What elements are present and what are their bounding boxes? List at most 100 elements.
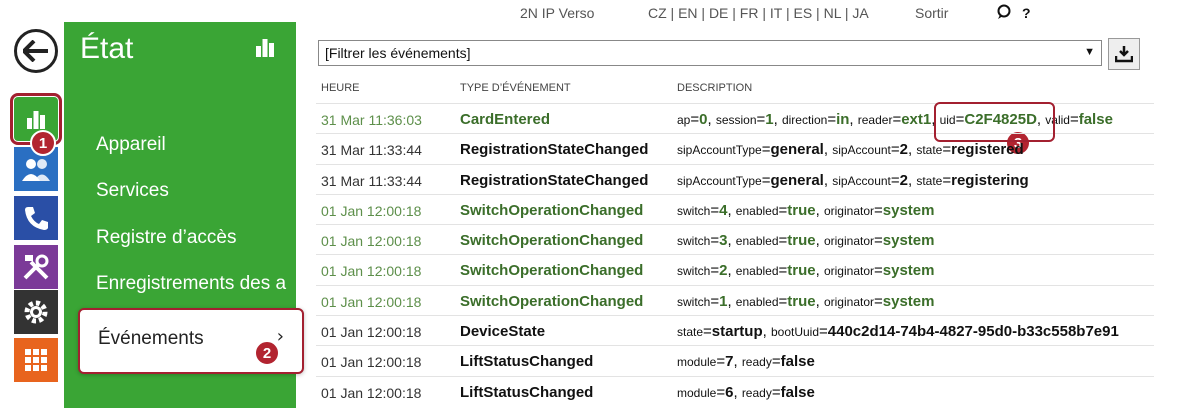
event-time: 01 Jan 12:00:18 (321, 293, 422, 310)
desc-value: true (787, 232, 816, 250)
col-header-time: HEURE (321, 82, 360, 94)
menu-item-services[interactable]: Services (96, 180, 169, 202)
menu-item-recordings[interactable]: Enregistrements des a (96, 273, 296, 295)
desc-value: system (882, 262, 935, 280)
table-row: 01 Jan 12:00:18 LiftStatusChanged module=7… (316, 345, 1154, 375)
desc-equals: = (710, 292, 720, 310)
desc-separator: , (707, 111, 716, 128)
desc-separator: , (823, 141, 833, 159)
desc-key: ready (741, 385, 772, 400)
annotation-badge-2: 2 (254, 340, 280, 366)
help-link[interactable]: ? (1022, 5, 1031, 21)
desc-key: state (916, 173, 943, 188)
desc-equals: = (710, 262, 720, 280)
desc-separator: , (727, 292, 736, 310)
tools-icon (23, 254, 49, 280)
nav-services-button[interactable] (14, 290, 58, 334)
desc-value: registering (951, 171, 1029, 189)
desc-equals: = (710, 232, 720, 250)
desc-equals: = (703, 323, 712, 341)
desc-equals: = (1069, 111, 1079, 128)
event-time: 31 Mar 11:36:03 (321, 112, 422, 128)
uid-highlight (934, 102, 1055, 142)
desc-value: general (770, 141, 824, 159)
event-type: LiftStatusChanged (460, 383, 594, 401)
desc-value: 2 (899, 171, 908, 189)
nav-system-button[interactable] (14, 338, 58, 382)
event-description: switch=1, enabled=true, originator=syste… (677, 293, 934, 310)
event-type: SwitchOperationChanged (460, 292, 644, 310)
desc-equals: = (874, 232, 883, 250)
icon-rail (0, 0, 62, 408)
table-row: 01 Jan 12:00:18 SwitchOperationChanged swi… (316, 254, 1154, 284)
desc-equals: = (771, 383, 781, 401)
desc-separator: , (815, 292, 824, 310)
desc-equals: = (874, 262, 883, 280)
desc-separator: , (815, 232, 824, 250)
event-type: LiftStatusChanged (460, 353, 594, 371)
desc-key: enabled (735, 203, 779, 218)
desc-separator: , (773, 111, 782, 128)
desc-value: false (780, 353, 815, 371)
desc-key: bootUuid (770, 325, 820, 340)
menu-item-access-log[interactable]: Registre d’accès (96, 227, 236, 249)
desc-value: 1 (765, 111, 774, 128)
event-time: 01 Jan 12:00:18 (321, 354, 422, 371)
table-row: 01 Jan 12:00:18 DeviceState state=startup,… (316, 315, 1154, 345)
desc-separator: , (815, 262, 824, 280)
desc-value: registered (951, 141, 1024, 159)
col-header-type: TYPE D’ÉVÉNEMENT (460, 82, 571, 94)
back-button[interactable] (14, 29, 58, 73)
desc-equals: = (819, 323, 828, 341)
desc-equals: = (890, 141, 900, 159)
event-time: 01 Jan 12:00:18 (321, 233, 422, 250)
desc-equals: = (690, 111, 700, 128)
desc-equals: = (716, 383, 726, 401)
nav-hardware-button[interactable] (14, 245, 58, 289)
nav-calls-button[interactable] (14, 196, 58, 240)
desc-equals: = (778, 232, 788, 250)
desc-equals: = (710, 201, 720, 219)
logout-link[interactable]: Sortir (915, 5, 948, 21)
desc-equals: = (756, 111, 766, 128)
event-type: DeviceState (460, 323, 546, 341)
dropdown-arrow-icon: ▼ (1084, 46, 1095, 58)
desc-equals: = (892, 111, 902, 128)
users-icon (22, 159, 50, 181)
desc-key: originator (823, 294, 874, 309)
desc-value: true (787, 262, 816, 280)
product-name: 2N IP Verso (520, 5, 595, 21)
event-time: 01 Jan 12:00:18 (321, 324, 422, 341)
desc-key: originator (823, 264, 874, 279)
desc-separator: , (849, 111, 858, 128)
desc-equals: = (778, 201, 788, 219)
event-filter-select[interactable]: [Filtrer les événements] ▼ (318, 40, 1102, 66)
desc-equals: = (874, 201, 883, 219)
download-button[interactable] (1108, 38, 1140, 70)
desc-key: switch (677, 264, 711, 279)
phone-icon (25, 207, 48, 230)
menu-item-device[interactable]: Appareil (96, 134, 166, 156)
desc-key: direction (781, 113, 828, 127)
event-type: RegistrationStateChanged (460, 141, 649, 159)
event-type: CardEntered (460, 111, 551, 128)
desc-value: in (836, 111, 850, 128)
event-time: 31 Mar 11:33:44 (321, 172, 422, 189)
desc-separator: , (762, 323, 771, 341)
chevron-right-icon: › (276, 326, 284, 347)
desc-key: sipAccountType (677, 143, 762, 158)
desc-equals: = (771, 353, 781, 371)
event-time: 01 Jan 12:00:18 (321, 384, 422, 401)
event-description: state=startup, bootUuid=440c2d14-74b4-48… (677, 323, 1119, 340)
chat-icon[interactable] (996, 4, 1012, 23)
table-row: 01 Jan 12:00:18 SwitchOperationChanged swi… (316, 224, 1154, 254)
bar-chart-icon (27, 111, 45, 129)
event-type: RegistrationStateChanged (460, 171, 649, 189)
desc-value: false (1078, 111, 1113, 128)
desc-value: general (770, 171, 824, 189)
language-switcher[interactable]: CZ | EN | DE | FR | IT | ES | NL | JA (648, 5, 869, 21)
desc-key: state (916, 143, 943, 158)
desc-value: startup (711, 323, 763, 341)
desc-equals: = (827, 111, 837, 128)
desc-value: system (882, 232, 935, 250)
